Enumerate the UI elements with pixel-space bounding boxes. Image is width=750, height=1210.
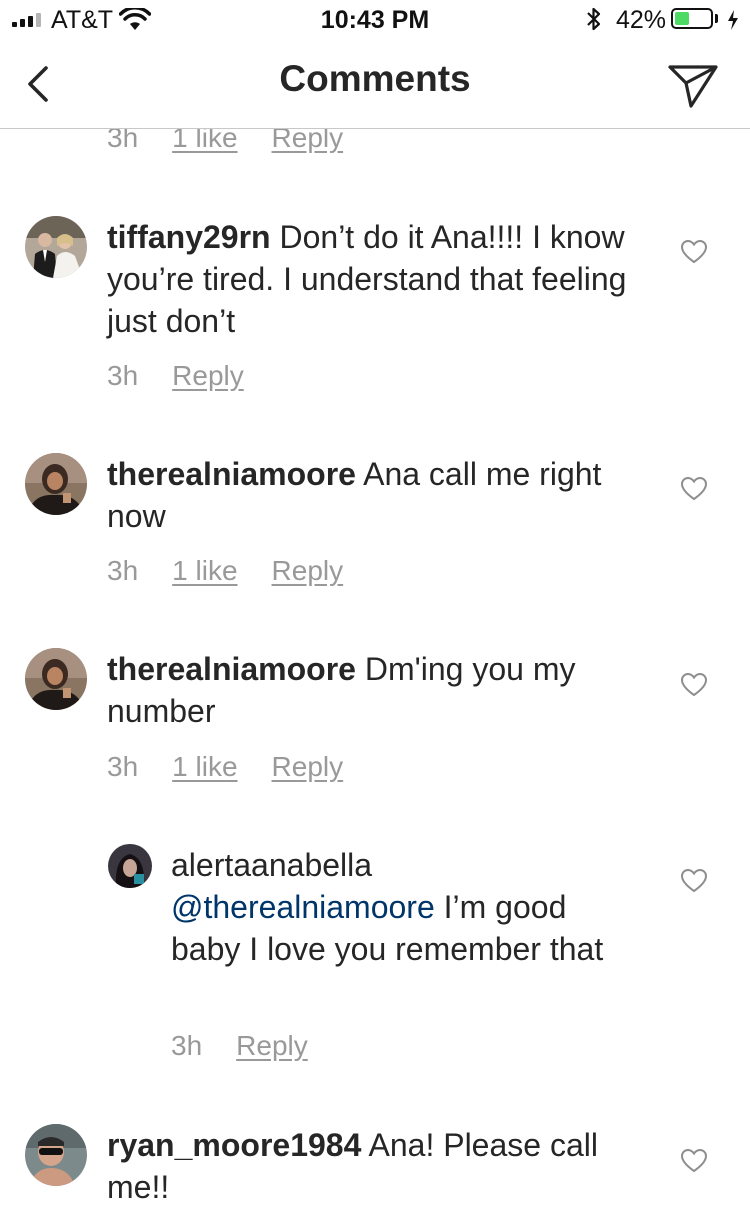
paper-plane-icon[interactable] bbox=[666, 62, 720, 110]
likes-link[interactable]: 1 like bbox=[172, 751, 237, 783]
comment-username[interactable]: therealniamoore bbox=[107, 651, 356, 687]
comment-time: 3h bbox=[107, 555, 139, 586]
comment-username[interactable]: alertaanabella bbox=[171, 847, 372, 883]
avatar[interactable] bbox=[108, 844, 152, 888]
comment-meta: 3h Reply bbox=[107, 360, 244, 392]
battery-level-fill bbox=[675, 12, 690, 25]
comment-time: 3h bbox=[107, 751, 139, 782]
battery-icon bbox=[671, 8, 713, 29]
avatar[interactable] bbox=[25, 216, 87, 278]
comment-username[interactable]: therealniamoore bbox=[107, 456, 356, 492]
comment-text: alertaanabella @therealniamoore I’m good… bbox=[171, 844, 631, 970]
comment-time: 3h bbox=[107, 360, 139, 391]
comment-username[interactable]: tiffany29rn bbox=[107, 219, 271, 255]
heart-icon[interactable] bbox=[680, 476, 708, 502]
reply-button[interactable]: Reply bbox=[272, 555, 344, 587]
avatar[interactable] bbox=[25, 1124, 87, 1186]
avatar[interactable] bbox=[25, 453, 87, 515]
page-title: Comments bbox=[279, 58, 471, 99]
comment-text: therealniamoore Dm'ing you my number bbox=[107, 648, 637, 732]
reply-button[interactable]: Reply bbox=[272, 751, 344, 783]
navigation-header: Comments bbox=[0, 40, 750, 129]
heart-icon[interactable] bbox=[680, 1148, 708, 1174]
comment-username[interactable]: ryan_moore1984 bbox=[107, 1127, 361, 1163]
comment-text: tiffany29rn Don’t do it Ana!!!! I know y… bbox=[107, 216, 627, 342]
comment-meta: 3h 1 like Reply bbox=[107, 751, 343, 783]
heart-icon[interactable] bbox=[680, 239, 708, 265]
charging-bolt-icon bbox=[728, 10, 738, 30]
reply-button[interactable]: Reply bbox=[172, 360, 244, 392]
reply-button[interactable]: Reply bbox=[272, 128, 344, 154]
likes-link[interactable]: 1 like bbox=[172, 128, 237, 154]
comment-meta: 3h 1 like Reply bbox=[107, 128, 343, 154]
comment-time: 3h bbox=[171, 1030, 203, 1061]
reply-button[interactable]: Reply bbox=[236, 1030, 308, 1062]
battery-tip bbox=[715, 14, 718, 23]
avatar[interactable] bbox=[25, 648, 87, 710]
comments-list[interactable]: 3h 1 like Reply tiffany29rn Don’t do it … bbox=[0, 128, 750, 1210]
comment-text: ryan_moore1984 Ana! Please call me!! bbox=[107, 1124, 627, 1208]
comment-text: therealniamoore Ana call me right now bbox=[107, 453, 627, 537]
battery-percent: 42% bbox=[616, 6, 667, 34]
comment-meta: 3h Reply bbox=[171, 1030, 308, 1062]
comment-time: 3h bbox=[107, 128, 139, 153]
mention-link[interactable]: @therealniamoore bbox=[171, 889, 435, 925]
heart-icon[interactable] bbox=[680, 672, 708, 698]
heart-icon[interactable] bbox=[680, 868, 708, 894]
comment-meta: 3h 1 like Reply bbox=[107, 555, 343, 587]
likes-link[interactable]: 1 like bbox=[172, 555, 237, 587]
bluetooth-icon bbox=[587, 7, 601, 31]
status-bar: AT&T 10:43 PM 42% bbox=[0, 0, 750, 40]
